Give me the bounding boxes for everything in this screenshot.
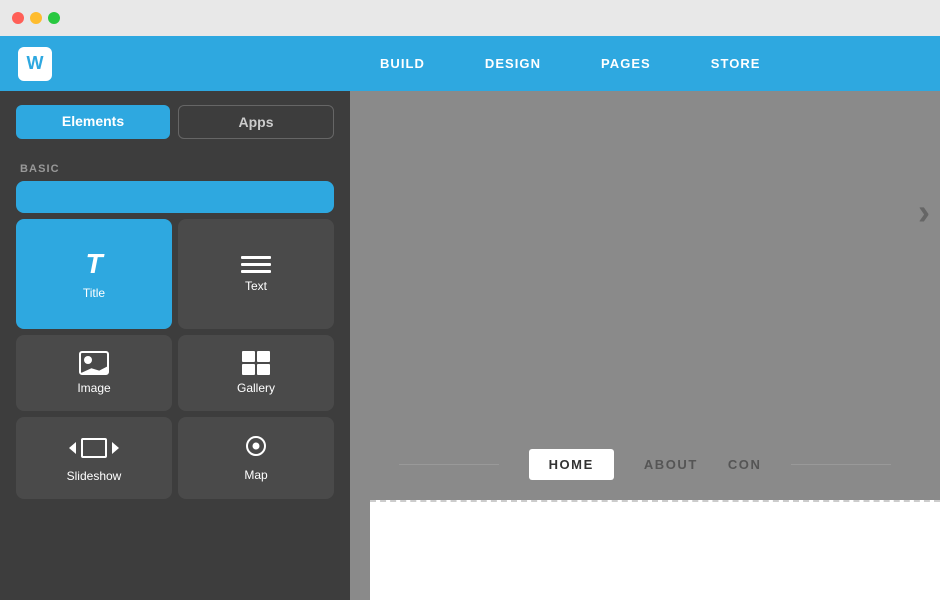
title-label: Title	[83, 286, 105, 300]
gallery-cell	[242, 351, 255, 362]
element-map[interactable]: Map	[178, 417, 334, 499]
map-icon	[242, 434, 270, 462]
site-navigation: HOME ABOUT CON	[350, 449, 940, 480]
section-basic-label: BASIC	[0, 153, 350, 181]
gallery-icon	[242, 351, 270, 375]
tab-pages[interactable]: PAGES	[571, 36, 681, 91]
gallery-cell	[257, 351, 270, 362]
sidebar-tab-bar: Elements Apps	[0, 91, 350, 153]
nav-divider-right	[791, 464, 891, 465]
image-icon	[79, 351, 109, 375]
tab-elements[interactable]: Elements	[16, 105, 170, 139]
slideshow-arrow-right-icon	[112, 442, 119, 454]
gallery-label: Gallery	[237, 381, 275, 395]
element-slideshow[interactable]: Slideshow	[16, 417, 172, 499]
element-image[interactable]: Image	[16, 335, 172, 411]
gallery-cell	[257, 364, 270, 375]
image-label: Image	[77, 381, 110, 395]
site-nav-home[interactable]: HOME	[529, 449, 614, 480]
site-preview: › HOME ABOUT CON	[350, 91, 940, 600]
canvas-arrow-icon: ›	[918, 191, 930, 233]
element-title[interactable]	[16, 181, 334, 213]
element-text[interactable]: Text	[178, 219, 334, 329]
navbar: W BUILD DESIGN PAGES STORE	[0, 36, 940, 91]
drop-zone[interactable]	[370, 500, 940, 600]
slideshow-frame-icon	[81, 438, 107, 458]
tab-build[interactable]: BUILD	[350, 36, 455, 91]
element-title[interactable]: T Title	[16, 219, 172, 329]
canvas-area: › HOME ABOUT CON	[350, 91, 940, 600]
minimize-button[interactable]	[30, 12, 42, 24]
text-icon	[241, 256, 271, 273]
navbar-tabs: BUILD DESIGN PAGES STORE	[350, 36, 940, 91]
tab-apps[interactable]: Apps	[178, 105, 334, 139]
titlebar	[0, 0, 940, 36]
navbar-logo-area: W	[0, 47, 350, 81]
app-container: W BUILD DESIGN PAGES STORE Elements Apps…	[0, 36, 940, 600]
gallery-cell	[242, 364, 255, 375]
map-label: Map	[244, 468, 267, 482]
site-nav-about[interactable]: ABOUT	[644, 457, 698, 472]
text-label: Text	[245, 279, 267, 293]
site-nav-contact[interactable]: CON	[728, 457, 762, 472]
tab-design[interactable]: DESIGN	[455, 36, 571, 91]
tab-store[interactable]: STORE	[681, 36, 791, 91]
close-button[interactable]	[12, 12, 24, 24]
content-area: Elements Apps BASIC T	[0, 91, 940, 600]
weebly-logo[interactable]: W	[18, 47, 52, 81]
title-icon: T	[85, 248, 102, 280]
slideshow-arrow-left-icon	[69, 442, 76, 454]
nav-divider-left	[399, 464, 499, 465]
sidebar: Elements Apps BASIC T	[0, 91, 350, 600]
maximize-button[interactable]	[48, 12, 60, 24]
slideshow-label: Slideshow	[67, 469, 122, 483]
element-gallery[interactable]: Gallery	[178, 335, 334, 411]
